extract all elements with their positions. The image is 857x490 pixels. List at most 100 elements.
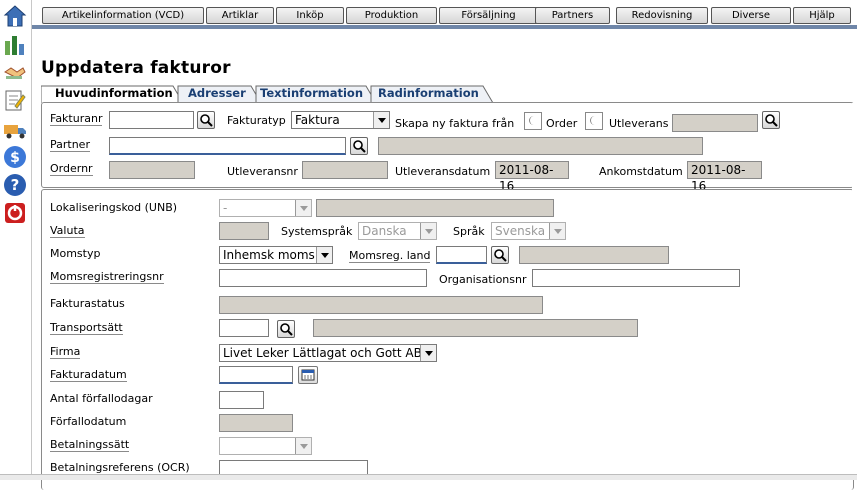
scrollbar[interactable]: [852, 103, 857, 474]
firma-value: Livet Leker Lättlagat och Gott AB: [223, 346, 422, 360]
search-icon[interactable]: [197, 111, 215, 129]
home-icon[interactable]: [3, 4, 27, 28]
dollar-icon[interactable]: $: [3, 145, 27, 169]
fakturatyp-label: Fakturatyp: [227, 114, 286, 127]
antal-forfallodagar-label: Antal förfallodagar: [50, 392, 153, 405]
momsreg-land-readonly: [519, 246, 669, 264]
partner-name-readonly: [378, 137, 703, 155]
momsreg-land-label: Momsreg. land: [349, 249, 431, 263]
nav-hjalp[interactable]: Hjälp: [793, 7, 851, 24]
exit-icon[interactable]: [3, 201, 27, 225]
nav-partners[interactable]: Partners: [535, 7, 610, 24]
nav-diverse[interactable]: Diverse: [711, 7, 791, 24]
search-icon[interactable]: [277, 320, 295, 338]
ankomstdatum-label: Ankomstdatum: [599, 165, 683, 178]
valuta-input: [219, 222, 269, 240]
main-panel: [41, 189, 854, 490]
skapa-label: Skapa ny faktura från: [395, 117, 515, 130]
fakturadatum-label: Fakturadatum: [50, 368, 127, 382]
transportsatt-readonly: [313, 319, 638, 337]
systemsprak-select[interactable]: Danska: [358, 222, 437, 240]
lokaliseringskod-readonly: [316, 199, 554, 217]
firma-label: Firma: [50, 345, 81, 359]
utleveransnr-label: Utleveransnr: [227, 165, 298, 178]
sidebar-iconbar: $ ?: [0, 0, 32, 479]
truck-icon[interactable]: [3, 117, 27, 141]
sprak-label: Språk: [453, 225, 485, 238]
betalningssatt-select[interactable]: [219, 437, 312, 455]
sprak-value: Svenska: [495, 224, 546, 238]
momstyp-select[interactable]: Inhemsk moms: [219, 246, 333, 264]
ordernr-label: Ordernr: [50, 162, 93, 176]
nav-redovisning[interactable]: Redovisning: [616, 7, 708, 24]
utleverans-label: Utleverans: [609, 117, 669, 130]
transportsatt-input[interactable]: [219, 319, 269, 337]
chevron-down-icon: [295, 438, 311, 454]
utleveransdatum-input: 2011-08-16: [495, 161, 569, 193]
nav-artiklar[interactable]: Artiklar: [206, 7, 274, 24]
partner-label: Partner: [50, 138, 90, 152]
partner-input[interactable]: [109, 137, 346, 155]
chart-icon[interactable]: [3, 33, 27, 57]
help-icon[interactable]: ?: [3, 173, 27, 197]
antal-forfallodagar-input[interactable]: [219, 391, 264, 409]
momstyp-label: Momstyp: [50, 247, 101, 260]
systemsprak-value: Danska: [362, 224, 407, 238]
momsregnr-input[interactable]: [219, 269, 427, 287]
sprak-select[interactable]: Svenska: [491, 222, 566, 240]
lokaliseringskod-select[interactable]: -: [219, 199, 312, 217]
window-bottom-edge: [0, 474, 857, 480]
momsregnr-label: Momsregistreringsnr: [50, 270, 164, 284]
firma-select[interactable]: Livet Leker Lättlagat och Gott AB: [219, 344, 437, 362]
momsreg-land-input[interactable]: [436, 246, 487, 264]
fakturatyp-value: Faktura: [295, 113, 340, 127]
fakturanr-label: Fakturanr: [50, 112, 103, 126]
betalningssatt-label: Betalningssätt: [50, 438, 130, 452]
fakturadatum-input[interactable]: [219, 366, 293, 384]
svg-text:$: $: [10, 150, 20, 166]
betalningsreferens-input[interactable]: [219, 460, 368, 474]
search-icon[interactable]: [491, 246, 509, 264]
nav-inkop[interactable]: Inköp: [276, 7, 344, 24]
search-icon[interactable]: [762, 111, 780, 129]
utleverans-radio[interactable]: [585, 112, 603, 130]
betalningsreferens-label: Betalningsreferens (OCR): [50, 461, 190, 474]
lokaliseringskod-label: Lokaliseringskod (UNB): [50, 201, 178, 214]
fakturatyp-select[interactable]: Faktura: [291, 111, 390, 129]
order-radio[interactable]: [524, 112, 542, 130]
tab-textinformation[interactable]: Textinformation: [260, 86, 363, 100]
ankomstdatum-input: 2011-08-16: [687, 161, 762, 193]
handshake-icon[interactable]: [3, 60, 27, 84]
chevron-down-icon: [295, 200, 311, 216]
search-icon[interactable]: [350, 137, 368, 155]
chevron-down-icon: [316, 247, 332, 263]
notepad-icon[interactable]: [3, 88, 27, 112]
tab-huvudinformation[interactable]: Huvudinformation: [55, 86, 173, 100]
utleveransnr-input: [302, 161, 388, 179]
chevron-down-icon: [420, 345, 436, 361]
utleveransdatum-label: Utleveransdatum: [395, 165, 491, 178]
page-title: Uppdatera fakturor: [41, 58, 231, 78]
fakturanr-input[interactable]: [109, 111, 194, 129]
utleverans-input[interactable]: [672, 114, 758, 132]
tab-adresser[interactable]: Adresser: [188, 86, 246, 100]
transportsatt-label: Transportsätt: [50, 321, 123, 335]
ordernr-input: [109, 161, 195, 179]
nav-forsaljning[interactable]: Försäljning: [439, 7, 538, 24]
top-navigation: Artikelinformation (VCD) Artiklar Inköp …: [32, 0, 857, 28]
organisationsnr-label: Organisationsnr: [439, 273, 527, 286]
organisationsnr-input[interactable]: [532, 269, 740, 287]
nav-underline: [32, 25, 857, 29]
chevron-down-icon: [420, 223, 436, 239]
tab-radinformation[interactable]: Radinformation: [378, 86, 479, 100]
order-label: Order: [546, 117, 578, 130]
valuta-label: Valuta: [50, 224, 85, 238]
nav-artikelinformation[interactable]: Artikelinformation (VCD): [42, 7, 204, 24]
chevron-down-icon: [373, 112, 389, 128]
chevron-down-icon: [549, 223, 565, 239]
nav-produktion[interactable]: Produktion: [346, 7, 437, 24]
forfallodatum-readonly: [219, 414, 293, 432]
forfallodatum-label: Förfallodatum: [50, 415, 127, 428]
svg-text:?: ?: [11, 176, 20, 194]
calendar-icon[interactable]: [298, 366, 318, 384]
